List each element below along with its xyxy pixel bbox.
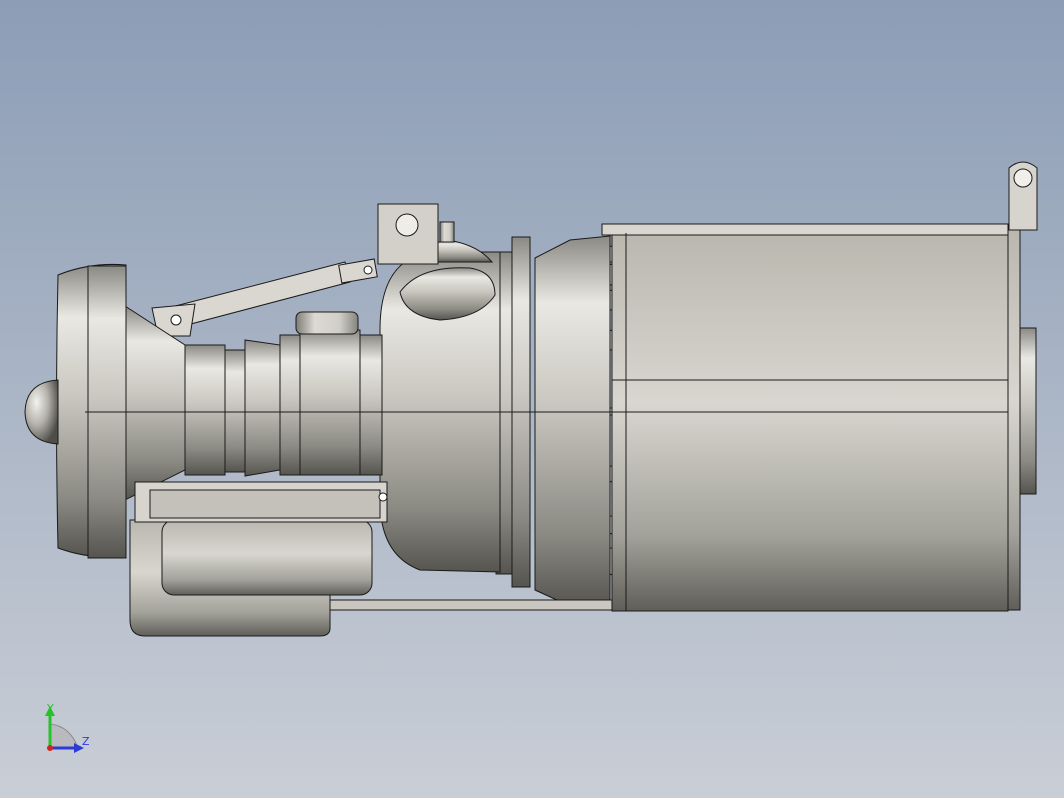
inlet-pipe-2 — [224, 349, 246, 473]
inlet-pipe-1 — [184, 344, 226, 476]
inlet-elbow — [299, 329, 361, 476]
gearbox-bolt — [378, 492, 388, 502]
elbow-top-cap — [295, 311, 359, 335]
triad-y-label: Y — [46, 702, 54, 715]
motor-top-rim — [601, 223, 1009, 236]
cad-viewport[interactable]: Y Z — [0, 0, 1064, 798]
gearbox-rib — [149, 489, 381, 519]
lifting-eye-hole — [1013, 168, 1033, 188]
triad-z-label: Z — [82, 735, 90, 748]
rod-pin-left — [170, 314, 182, 326]
gearbox-housing — [161, 519, 373, 596]
valve-stem — [439, 221, 455, 243]
inlet-pipe-4 — [279, 334, 301, 476]
x-axis-dot — [47, 745, 53, 751]
base-rail — [329, 599, 613, 611]
inlet-pipe-3 — [244, 339, 281, 477]
motor-end-plate — [1007, 229, 1021, 611]
rod-pin-right — [363, 265, 373, 275]
model-view[interactable]: Y Z — [0, 0, 1064, 798]
motor-end-shaft — [1019, 327, 1037, 495]
motor-housing[interactable] — [611, 232, 1009, 612]
elbow-flange — [359, 334, 383, 476]
bell-housing — [534, 235, 611, 609]
bracket-hole — [395, 213, 419, 237]
